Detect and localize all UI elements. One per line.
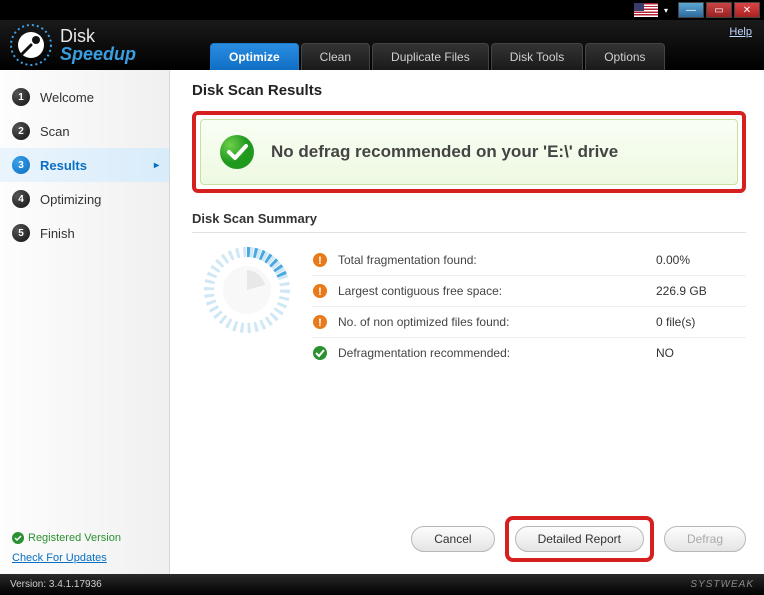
action-buttons: Cancel Detailed Report Defrag: [192, 502, 746, 562]
warning-icon: !: [312, 252, 328, 268]
warning-icon: !: [312, 314, 328, 330]
step-number-icon: 2: [12, 122, 30, 140]
step-label: Optimizing: [40, 192, 101, 207]
sidebar-step-scan[interactable]: 2 Scan: [0, 114, 169, 148]
summary-label: Total fragmentation found:: [338, 253, 646, 267]
titlebar: ▾ — ▭ ✕: [0, 0, 764, 20]
language-dropdown-arrow[interactable]: ▾: [664, 6, 668, 15]
tab-clean[interactable]: Clean: [301, 43, 370, 70]
main-tabs: Optimize Clean Duplicate Files Disk Tool…: [210, 43, 667, 70]
tab-optimize[interactable]: Optimize: [210, 43, 299, 70]
header: Disk Speedup Help Optimize Clean Duplica…: [0, 20, 764, 70]
result-banner-highlight: No defrag recommended on your 'E:\' driv…: [192, 111, 746, 193]
disk-gauge-icon: [202, 245, 292, 335]
gauge-logo-icon: [10, 24, 52, 66]
tab-options[interactable]: Options: [585, 43, 664, 70]
sidebar: 1 Welcome 2 Scan 3 Results 4 Optimizing …: [0, 70, 170, 574]
step-label: Results: [40, 158, 87, 173]
statusbar: Version: 3.4.1.17936 SYSTWEAK: [0, 574, 764, 595]
summary-label: Largest contiguous free space:: [338, 284, 646, 298]
step-label: Scan: [40, 124, 70, 139]
tab-duplicate-files[interactable]: Duplicate Files: [372, 43, 489, 70]
summary-row: ! No. of non optimized files found: 0 fi…: [312, 307, 746, 338]
main-content: Disk Scan Results No defrag recommended …: [170, 70, 764, 574]
step-number-icon: 1: [12, 88, 30, 106]
svg-text:!: !: [318, 286, 322, 298]
app-logo: Disk Speedup: [10, 24, 136, 66]
summary-title: Disk Scan Summary: [192, 211, 746, 233]
summary-value: 0.00%: [656, 253, 746, 267]
step-label: Welcome: [40, 90, 94, 105]
svg-text:!: !: [318, 255, 322, 267]
defrag-button[interactable]: Defrag: [664, 526, 746, 552]
logo-text-line2: Speedup: [60, 45, 136, 63]
result-banner: No defrag recommended on your 'E:\' driv…: [200, 119, 738, 185]
sidebar-step-results[interactable]: 3 Results: [0, 148, 169, 182]
sidebar-step-welcome[interactable]: 1 Welcome: [0, 80, 169, 114]
cancel-button[interactable]: Cancel: [411, 526, 494, 552]
maximize-button[interactable]: ▭: [706, 2, 732, 18]
step-number-icon: 4: [12, 190, 30, 208]
summary-section: Disk Scan Summary ! Total fragmentation …: [192, 211, 746, 368]
help-link[interactable]: Help: [729, 26, 752, 38]
minimize-button[interactable]: —: [678, 2, 704, 18]
check-updates-link[interactable]: Check For Updates: [12, 552, 157, 564]
logo-text-line1: Disk: [60, 27, 136, 45]
sidebar-step-finish[interactable]: 5 Finish: [0, 216, 169, 250]
summary-label: Defragmentation recommended:: [338, 346, 646, 360]
warning-icon: !: [312, 283, 328, 299]
page-title: Disk Scan Results: [192, 82, 746, 99]
sidebar-step-optimizing[interactable]: 4 Optimizing: [0, 182, 169, 216]
svg-text:!: !: [318, 317, 322, 329]
summary-value: 226.9 GB: [656, 284, 746, 298]
summary-value: NO: [656, 346, 746, 360]
summary-row: ! Total fragmentation found: 0.00%: [312, 245, 746, 276]
step-number-icon: 3: [12, 156, 30, 174]
brand-label: SYSTWEAK: [690, 579, 754, 590]
detailed-report-highlight: Detailed Report: [505, 516, 654, 562]
summary-row: ! Largest contiguous free space: 226.9 G…: [312, 276, 746, 307]
result-message: No defrag recommended on your 'E:\' driv…: [271, 142, 618, 162]
check-icon: [12, 532, 24, 544]
version-label: Version: 3.4.1.17936: [10, 579, 102, 590]
language-flag-icon[interactable]: [634, 3, 658, 17]
summary-label: No. of non optimized files found:: [338, 315, 646, 329]
step-number-icon: 5: [12, 224, 30, 242]
summary-value: 0 file(s): [656, 315, 746, 329]
tab-disk-tools[interactable]: Disk Tools: [491, 43, 583, 70]
check-icon: [312, 345, 328, 361]
success-check-icon: [219, 134, 255, 170]
detailed-report-button[interactable]: Detailed Report: [515, 526, 644, 552]
step-label: Finish: [40, 226, 75, 241]
summary-row: Defragmentation recommended: NO: [312, 338, 746, 368]
close-button[interactable]: ✕: [734, 2, 760, 18]
registered-status: Registered Version: [12, 532, 157, 544]
